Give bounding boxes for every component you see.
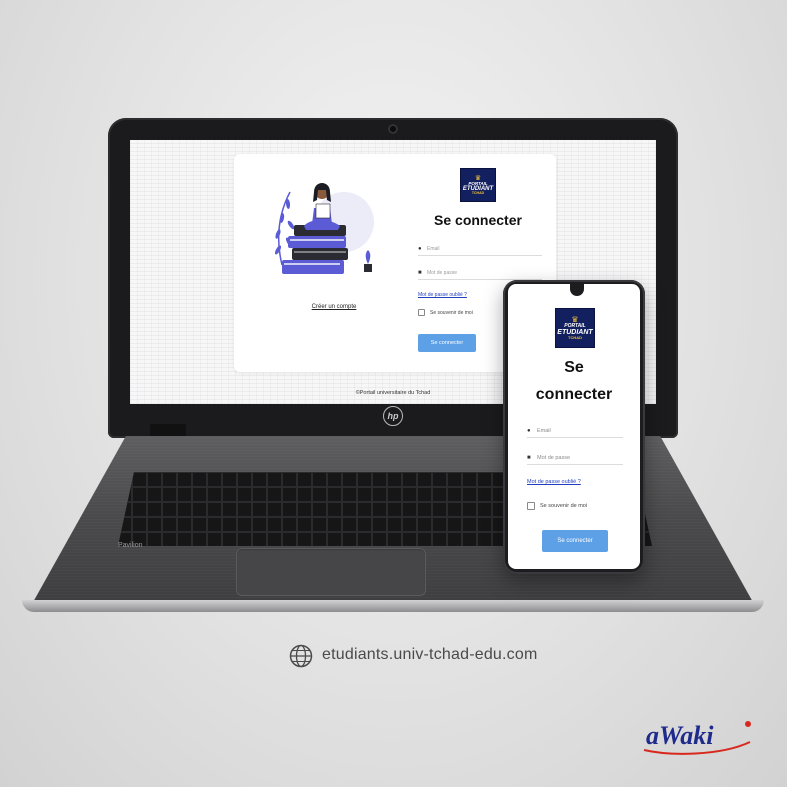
remember-label-mobile: Se souvenir de moi [540,503,588,509]
remember-checkbox-mobile[interactable] [527,502,535,510]
remember-checkbox[interactable] [418,309,425,316]
user-icon: ● [418,245,422,252]
touchpad [236,548,426,596]
password-input-mobile[interactable] [537,454,621,461]
phone-screen: ♛ PORTAIL ETUDIANT TCHAD Se connecter ● … [508,284,640,569]
create-account-link[interactable]: Créer un compte [234,304,434,310]
password-field[interactable]: ■ [418,266,542,280]
forgot-password-link[interactable]: Mot de passe oublié ? [418,292,467,298]
remember-me[interactable]: Se souvenir de moi [418,309,473,316]
portal-logo-mobile: ♛ PORTAIL ETUDIANT TCHAD [555,308,595,348]
email-input-mobile[interactable] [537,427,621,434]
remember-me-mobile[interactable]: Se souvenir de moi [527,502,587,510]
awaki-logo: aWaki [643,721,751,755]
laptop-base-edge [22,600,764,612]
lock-icon: ■ [418,269,422,276]
logo-line-tchad: TCHAD [471,191,485,195]
email-field-mobile[interactable]: ● [527,424,623,438]
globe-icon [289,644,313,668]
portal-logo: ♛ PORTAIL ETUDIANT TCHAD [460,168,496,202]
lock-icon: ■ [527,454,531,461]
remember-label: Se souvenir de moi [430,309,473,316]
forgot-password-link-mobile[interactable]: Mot de passe oublié ? [527,479,581,485]
page-title: Se connecter [434,212,522,228]
website-url: etudiants.univ-tchad-edu.com [322,646,538,663]
page-title-line1: Se [564,359,584,376]
email-field[interactable]: ● [418,242,542,256]
reading-illustration [274,183,374,274]
logo-line-tchad: TCHAD [568,335,582,340]
svg-text:aWaki: aWaki [646,721,714,750]
login-button-mobile[interactable]: Se connecter [542,530,608,552]
login-button[interactable]: Se connecter [418,334,476,352]
model-label: Pavilion [118,542,143,549]
password-field-mobile[interactable]: ■ [527,451,623,465]
user-icon: ● [527,427,531,434]
page-title-line2: connecter [535,386,613,403]
email-input[interactable] [427,245,537,252]
webcam [388,124,398,134]
password-input[interactable] [427,269,537,276]
hp-logo: hp [383,406,403,426]
